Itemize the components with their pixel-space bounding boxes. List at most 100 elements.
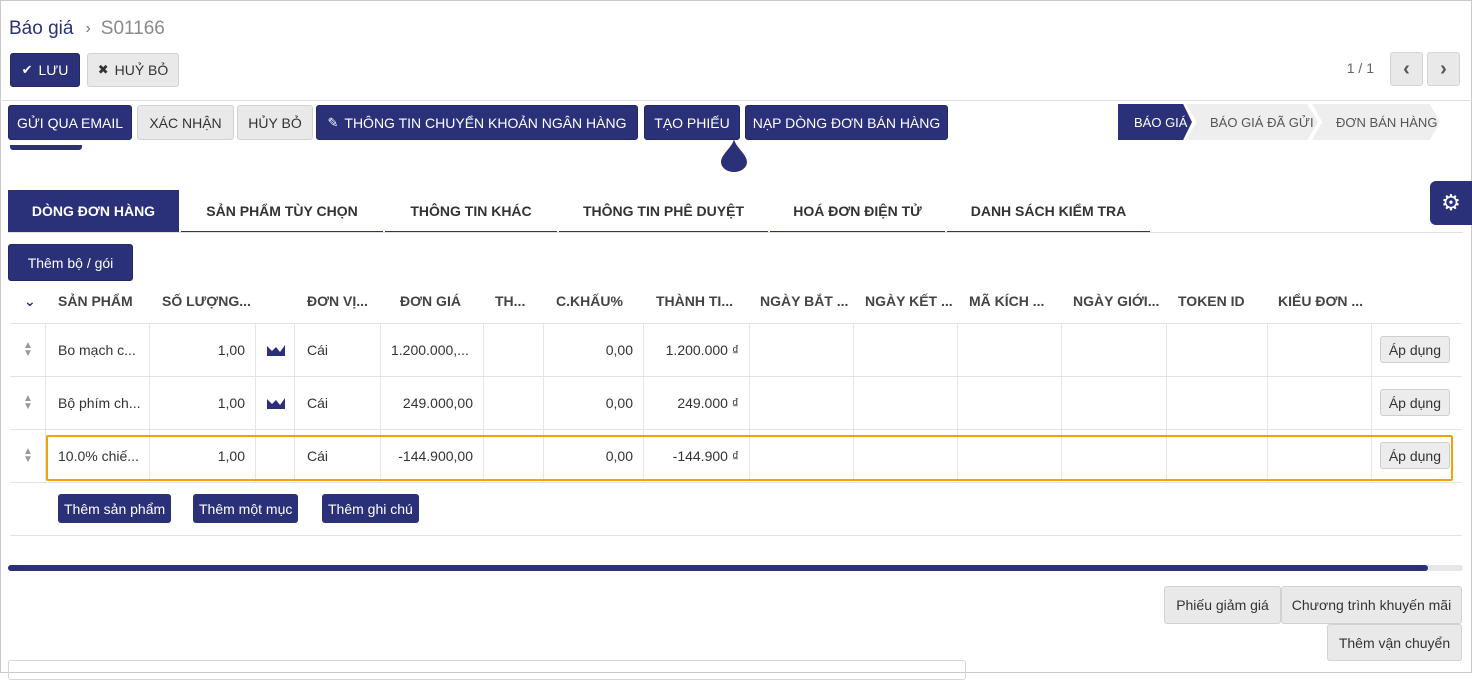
quantity-cell[interactable]: 1,00 — [152, 377, 256, 429]
order-type-cell[interactable] — [1268, 324, 1372, 376]
col-header-limit-date[interactable]: NGÀY GIỚI... — [1073, 280, 1159, 322]
product-cell[interactable]: Bo mạch c... — [46, 324, 150, 376]
chevron-right-icon[interactable]: › — [1427, 52, 1460, 86]
limit-date-cell[interactable] — [1062, 430, 1167, 482]
activation-code-cell[interactable] — [958, 430, 1062, 482]
product-cell[interactable]: Bộ phím ch... — [46, 377, 150, 429]
table-row[interactable]: ▲ ▼ 10.0% chiế... 1,00 Cái -144.900,00 0,… — [10, 429, 1462, 482]
breadcrumb-parent-link[interactable]: Báo giá — [9, 18, 73, 40]
bank-info-button[interactable]: ✎ THÔNG TIN CHUYỂN KHOẢN NGÂN HÀNG — [316, 105, 638, 140]
create-ticket-button[interactable]: TẠO PHIẾU — [644, 105, 740, 140]
chevron-left-icon[interactable]: ‹ — [1390, 52, 1423, 86]
end-date-cell[interactable] — [854, 324, 958, 376]
tax-cell[interactable] — [484, 430, 544, 482]
drag-handle-icon[interactable]: ▲ ▼ — [10, 377, 46, 429]
table-row[interactable]: ▲ ▼ Bo mạch c... 1,00 Cái 1.200.000,... 0… — [10, 323, 1462, 376]
col-header-unit-price[interactable]: ĐƠN GIÁ — [400, 280, 461, 322]
coupon-button[interactable]: Phiếu giảm giá — [1164, 586, 1281, 624]
tab-order-lines[interactable]: DÒNG ĐƠN HÀNG — [8, 190, 179, 233]
order-type-cell[interactable] — [1268, 377, 1372, 429]
unit-price-cell[interactable]: 1.200.000,... — [381, 324, 484, 376]
activation-code-cell[interactable] — [958, 324, 1062, 376]
forecast-chart-icon[interactable] — [258, 324, 295, 376]
start-date-cell[interactable] — [750, 324, 854, 376]
add-product-button[interactable]: Thêm sản phẩm — [58, 494, 172, 523]
add-section-button[interactable]: Thêm một mục — [193, 494, 299, 523]
order-type-cell[interactable] — [1268, 430, 1372, 482]
tab-other-info[interactable]: THÔNG TIN KHÁC — [385, 190, 557, 233]
add-note-button[interactable]: Thêm ghi chú — [322, 494, 419, 523]
token-id-cell[interactable] — [1167, 324, 1268, 376]
save-button[interactable]: ✔ LƯU — [10, 53, 80, 87]
collapse-chevron-icon[interactable]: ⌄ — [24, 280, 36, 322]
limit-date-cell[interactable] — [1062, 324, 1167, 376]
terms-input[interactable] — [8, 660, 966, 680]
uom-cell[interactable]: Cái — [297, 324, 381, 376]
check-icon: ✔ — [21, 62, 33, 77]
token-id-cell[interactable] — [1167, 430, 1268, 482]
apply-button[interactable]: Áp dụng — [1379, 442, 1450, 469]
tax-cell[interactable] — [484, 377, 544, 429]
notebook-tabs: DÒNG ĐƠN HÀNG SẢN PHẨM TÙY CHỌN THÔNG TI… — [8, 190, 1152, 233]
discount-cell[interactable]: 0,00 — [544, 430, 644, 482]
uom-cell[interactable]: Cái — [297, 377, 381, 429]
col-header-discount[interactable]: C.KHẤU% — [556, 280, 623, 322]
limit-date-cell[interactable] — [1062, 377, 1167, 429]
col-header-start-date[interactable]: NGÀY BẮT ... — [760, 280, 848, 322]
end-date-cell[interactable] — [854, 430, 958, 482]
quantity-cell[interactable]: 1,00 — [152, 430, 256, 482]
col-header-order-type[interactable]: KIỂU ĐƠN ... — [1278, 280, 1363, 322]
horizontal-scrollbar[interactable] — [8, 565, 1463, 571]
drag-handle-icon[interactable]: ▲ ▼ — [10, 324, 46, 376]
tab-optional-products[interactable]: SẢN PHẨM TÙY CHỌN — [181, 190, 383, 233]
discard-button[interactable]: ✖ HUỶ BỎ — [87, 53, 179, 87]
add-bundle-button[interactable]: Thêm bộ / gói — [8, 244, 133, 281]
col-header-tax[interactable]: TH... — [495, 280, 525, 322]
tax-cell[interactable] — [484, 324, 544, 376]
tab-e-invoice[interactable]: HOÁ ĐƠN ĐIỆN TỬ — [770, 190, 945, 233]
col-header-subtotal[interactable]: THÀNH TI... — [656, 280, 733, 322]
tab-approval-info[interactable]: THÔNG TIN PHÊ DUYỆT — [559, 190, 768, 233]
load-lines-button[interactable]: NẠP DÒNG ĐƠN BÁN HÀNG — [745, 105, 948, 140]
col-header-end-date[interactable]: NGÀY KẾT ... — [865, 280, 953, 322]
token-id-cell[interactable] — [1167, 377, 1268, 429]
start-date-cell[interactable] — [750, 377, 854, 429]
breadcrumb-separator-icon: › — [85, 20, 91, 37]
send-email-button[interactable]: GỬI QUA EMAIL — [8, 105, 132, 140]
activation-code-cell[interactable] — [958, 377, 1062, 429]
subtotal-cell: -144.900 ₫ — [646, 430, 750, 482]
status-sales-order[interactable]: ĐƠN BÁN HÀNG — [1312, 104, 1440, 140]
col-header-token-id[interactable]: TOKEN ID — [1178, 280, 1245, 322]
status-quotation-sent[interactable]: BÁO GIÁ ĐÃ GỬI — [1186, 104, 1318, 140]
forecast-chart-icon[interactable] — [258, 377, 295, 429]
cancel-button[interactable]: HỦY BỎ — [237, 105, 313, 140]
quantity-cell[interactable]: 1,00 — [152, 324, 256, 376]
apply-button[interactable]: Áp dụng — [1379, 389, 1450, 416]
promotion-button[interactable]: Chương trình khuyến mãi — [1281, 586, 1462, 624]
scrollbar-thumb[interactable] — [8, 565, 1428, 571]
unit-price-cell[interactable]: -144.900,00 — [381, 430, 484, 482]
forecast-chart-cell — [258, 430, 295, 482]
col-header-quantity[interactable]: SỐ LƯỢNG... — [162, 280, 251, 322]
col-header-product[interactable]: SẢN PHẨM — [58, 280, 133, 322]
tab-checklist[interactable]: DANH SÁCH KIỂM TRA — [947, 190, 1150, 233]
discount-cell[interactable]: 0,00 — [544, 377, 644, 429]
save-label: LƯU — [38, 62, 69, 78]
add-shipping-button[interactable]: Thêm vận chuyển — [1327, 624, 1462, 661]
drag-handle-icon[interactable]: ▲ ▼ — [10, 430, 46, 482]
discount-cell[interactable]: 0,00 — [544, 324, 644, 376]
col-header-uom[interactable]: ĐƠN VỊ... — [307, 280, 368, 322]
col-header-activation-code[interactable]: MÃ KÍCH ... — [969, 280, 1044, 322]
status-quotation[interactable]: BÁO GIÁ — [1118, 104, 1192, 140]
unit-price-cell[interactable]: 249.000,00 — [381, 377, 484, 429]
end-date-cell[interactable] — [854, 377, 958, 429]
status-bar: BÁO GIÁ BÁO GIÁ ĐÃ GỬI ĐƠN BÁN HÀNG — [1118, 104, 1440, 140]
apply-button[interactable]: Áp dụng — [1379, 336, 1450, 363]
table-row[interactable]: ▲ ▼ Bộ phím ch... 1,00 Cái 249.000,00 0,0… — [10, 376, 1462, 429]
gear-icon[interactable]: ⚙ — [1430, 181, 1472, 225]
start-date-cell[interactable] — [750, 430, 854, 482]
confirm-button[interactable]: XÁC NHẬN — [137, 105, 234, 140]
uom-cell[interactable]: Cái — [297, 430, 381, 482]
close-icon: ✖ — [97, 62, 109, 77]
product-cell[interactable]: 10.0% chiế... — [46, 430, 150, 482]
